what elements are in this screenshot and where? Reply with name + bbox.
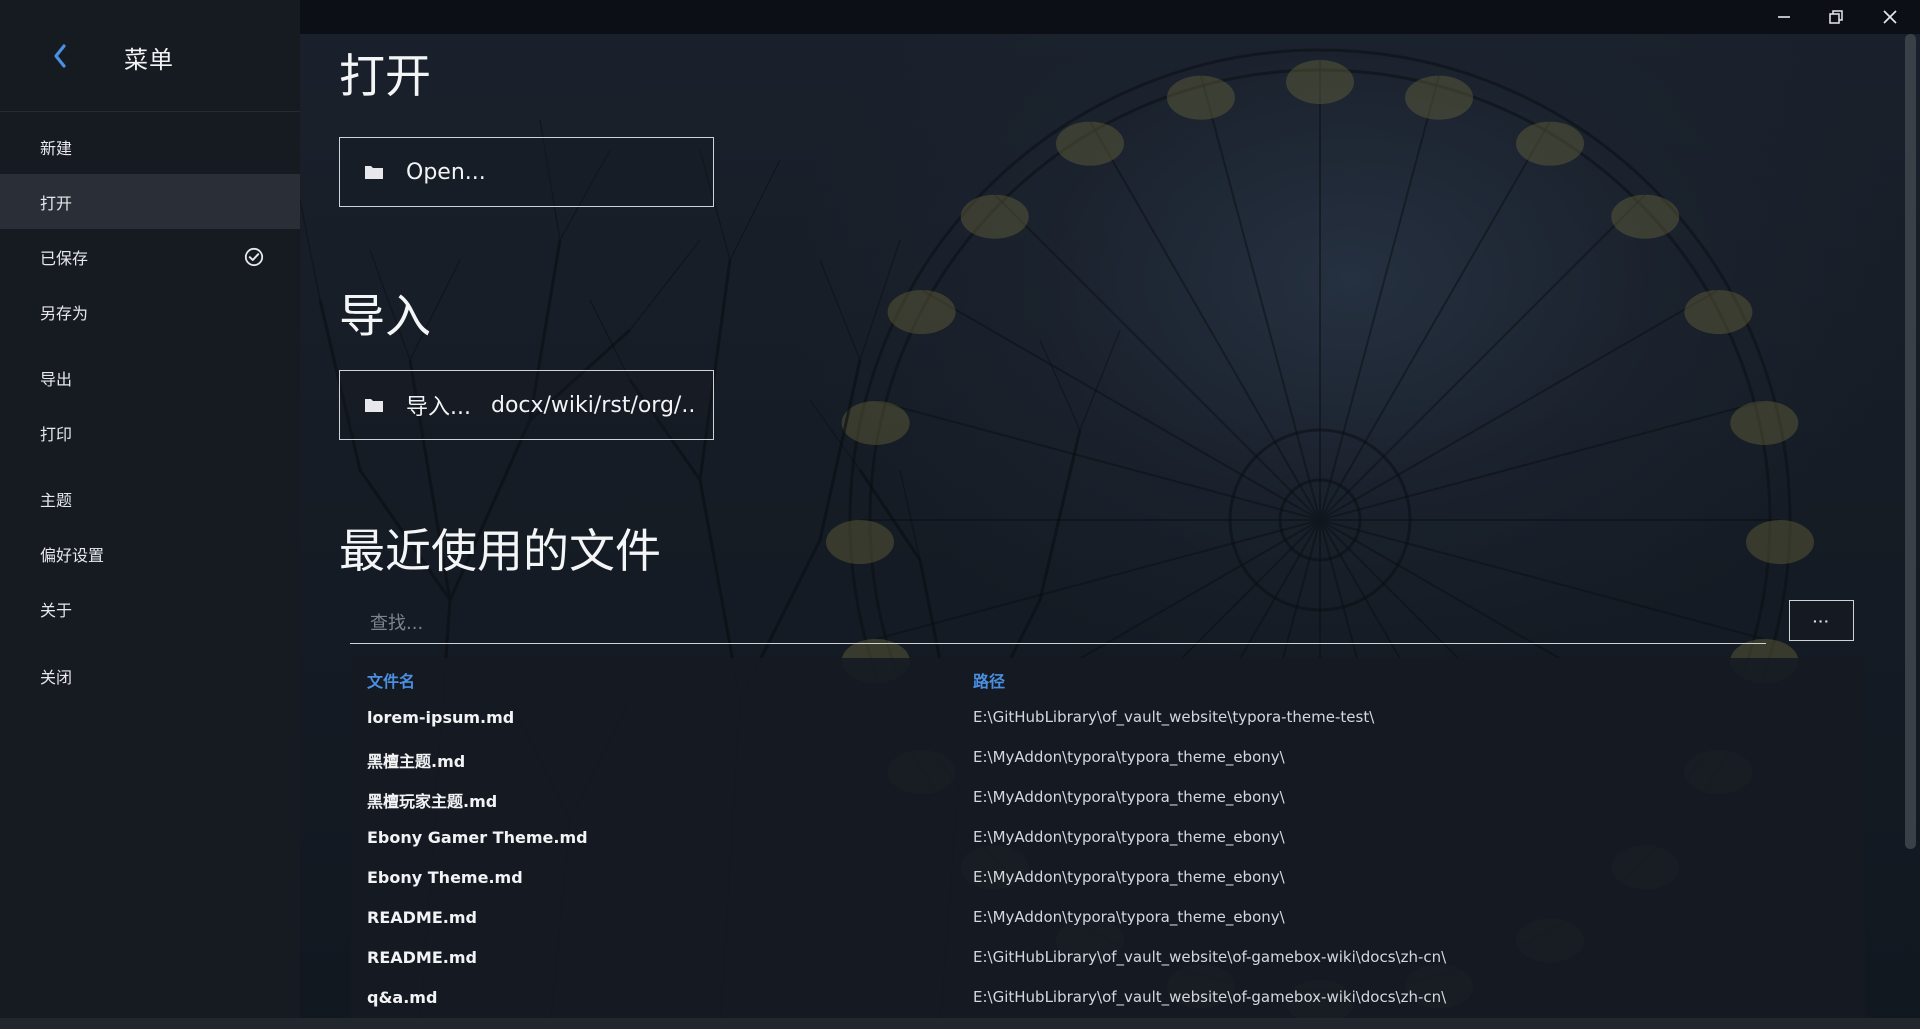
- file-name: 黑檀玩家主题.md: [367, 792, 498, 811]
- restore-button[interactable]: [1810, 0, 1862, 34]
- folder-icon: [365, 399, 383, 412]
- sidebar-item-label: 打印: [40, 424, 73, 444]
- file-path: E:\MyAddon\typora\typora_theme_ebony\: [973, 828, 1285, 846]
- file-path: E:\MyAddon\typora\typora_theme_ebony\: [973, 788, 1285, 806]
- table-row[interactable]: README.md E:\GitHubLibrary\of_vault_webs…: [351, 938, 1865, 978]
- file-name: q&a.md: [367, 988, 438, 1007]
- file-name: README.md: [367, 948, 477, 967]
- sidebar: 菜单 新建 打开 已保存 另存为 导出 打印 主题 偏好设置 关于 关闭: [0, 0, 300, 1029]
- title-bar: [300, 0, 1920, 34]
- sidebar-item-new[interactable]: 新建: [0, 119, 300, 174]
- table-row[interactable]: README.md E:\MyAddon\typora\typora_theme…: [351, 898, 1865, 938]
- sidebar-item-label: 另存为: [40, 303, 89, 323]
- close-button[interactable]: [1864, 0, 1916, 34]
- column-header-path[interactable]: 路径: [973, 668, 1005, 692]
- table-row[interactable]: q&a.md E:\GitHubLibrary\of_vault_website…: [351, 978, 1865, 1018]
- column-header-filename[interactable]: 文件名: [367, 668, 415, 692]
- sidebar-item-label: 主题: [40, 490, 73, 510]
- close-icon: [1883, 10, 1897, 24]
- table-row[interactable]: 黑檀玩家主题.md E:\MyAddon\typora\typora_theme…: [351, 778, 1865, 818]
- file-name: Ebony Gamer Theme.md: [367, 828, 588, 847]
- sidebar-item-save-as[interactable]: 另存为: [0, 284, 300, 339]
- vertical-scrollbar[interactable]: [1905, 34, 1916, 849]
- table-row[interactable]: lorem-ipsum.md E:\GitHubLibrary\of_vault…: [351, 698, 1865, 738]
- sidebar-item-label: 导出: [40, 369, 73, 389]
- sidebar-item-saved[interactable]: 已保存: [0, 229, 300, 284]
- sidebar-item-label: 打开: [40, 193, 73, 213]
- file-name: lorem-ipsum.md: [367, 708, 515, 727]
- app-window: 菜单 新建 打开 已保存 另存为 导出 打印 主题 偏好设置 关于 关闭 打开 …: [0, 0, 1920, 1029]
- sidebar-title: 菜单: [124, 46, 174, 74]
- minimize-icon: [1778, 16, 1790, 18]
- recent-files-table: 文件名 路径 lorem-ipsum.md E:\GitHubLibrary\o…: [351, 658, 1865, 1029]
- file-name: 黑檀主题.md: [367, 752, 466, 771]
- minimize-button[interactable]: [1758, 0, 1810, 34]
- check-circle-icon: [244, 247, 264, 266]
- open-file-button[interactable]: Open...: [339, 137, 714, 207]
- table-row[interactable]: Ebony Theme.md E:\MyAddon\typora\typora_…: [351, 858, 1865, 898]
- sidebar-item-close[interactable]: 关闭: [0, 648, 300, 703]
- sidebar-item-preferences[interactable]: 偏好设置: [0, 526, 300, 581]
- sidebar-header: 菜单: [0, 0, 300, 112]
- sidebar-item-label: 已保存: [40, 248, 89, 268]
- restore-icon: [1829, 10, 1843, 24]
- sidebar-item-label: 新建: [40, 138, 73, 158]
- search-input[interactable]: [350, 604, 1766, 644]
- file-path: E:\GitHubLibrary\of_vault_website\typora…: [973, 708, 1375, 726]
- sidebar-item-label: 关于: [40, 600, 73, 620]
- file-path: E:\GitHubLibrary\of_vault_website\of-gam…: [973, 988, 1447, 1006]
- sidebar-item-label: 关闭: [40, 667, 73, 687]
- recent-files-title: 最近使用的文件: [339, 524, 661, 578]
- file-path: E:\MyAddon\typora\typora_theme_ebony\: [973, 908, 1285, 926]
- table-row[interactable]: Ebony Gamer Theme.md E:\MyAddon\typora\t…: [351, 818, 1865, 858]
- back-button[interactable]: [42, 34, 78, 78]
- sidebar-item-print[interactable]: 打印: [0, 405, 300, 460]
- status-strip: [0, 1018, 1920, 1029]
- folder-icon: [365, 166, 383, 179]
- sidebar-item-open[interactable]: 打开: [0, 174, 300, 229]
- file-path: E:\MyAddon\typora\typora_theme_ebony\: [973, 748, 1285, 766]
- sidebar-item-label: 偏好设置: [40, 545, 105, 565]
- more-options-button[interactable]: ···: [1789, 600, 1854, 641]
- file-path: E:\GitHubLibrary\of_vault_website\of-gam…: [973, 948, 1447, 966]
- open-section-title: 打开: [339, 49, 431, 103]
- import-formats-label: docx/wiki/rst/org/..: [490, 392, 696, 418]
- table-header: 文件名 路径: [351, 658, 1865, 698]
- open-file-label: Open...: [406, 159, 486, 185]
- import-file-button[interactable]: 导入... docx/wiki/rst/org/..: [339, 370, 714, 440]
- import-section-title: 导入: [339, 289, 431, 343]
- import-file-label: 导入...: [406, 395, 471, 420]
- file-path: E:\MyAddon\typora\typora_theme_ebony\: [973, 868, 1285, 886]
- sidebar-item-theme[interactable]: 主题: [0, 471, 300, 526]
- chevron-left-icon: [54, 44, 66, 68]
- file-name: Ebony Theme.md: [367, 868, 523, 887]
- sidebar-item-about[interactable]: 关于: [0, 581, 300, 636]
- sidebar-item-export[interactable]: 导出: [0, 350, 300, 405]
- file-name: README.md: [367, 908, 477, 927]
- table-row[interactable]: 黑檀主题.md E:\MyAddon\typora\typora_theme_e…: [351, 738, 1865, 778]
